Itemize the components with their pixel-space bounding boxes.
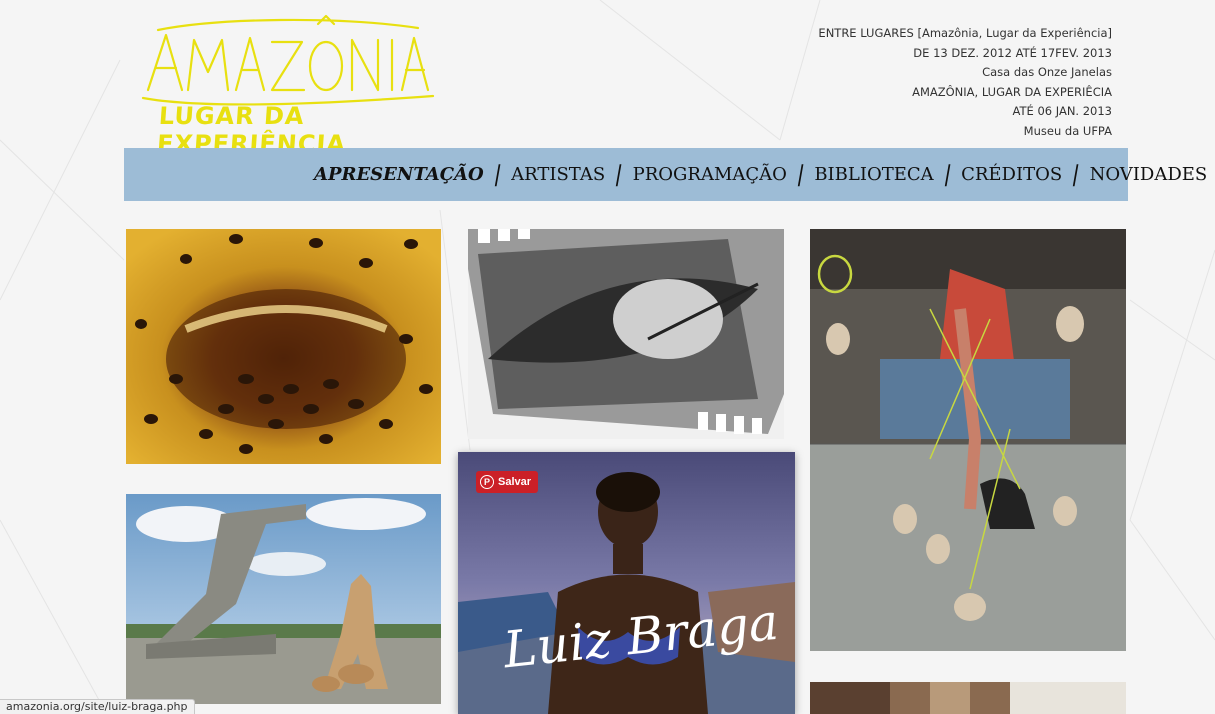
nav-item-apresentacao[interactable]: APRESENTAÇÃO bbox=[314, 164, 484, 185]
info-line: ENTRE LUGARES [Amazônia, Lugar da Experi… bbox=[818, 26, 1112, 40]
nav-item-programacao[interactable]: PROGRAMAÇÃO bbox=[633, 164, 787, 185]
pin-save-label: Salvar bbox=[498, 476, 532, 488]
artwork-tile-eye[interactable] bbox=[468, 229, 784, 439]
info-line: DE 13 DEZ. 2012 ATÉ 17FEV. 2013 bbox=[913, 45, 1112, 60]
info-line: Casa das Onze Janelas bbox=[982, 65, 1112, 79]
info-line: AMAZÔNIA, LUGAR DA EXPERIÊCIA bbox=[912, 84, 1112, 99]
artwork-tile-painting[interactable] bbox=[810, 229, 1126, 651]
nav-separator: | bbox=[794, 162, 807, 187]
artwork-tile-bottom-right[interactable] bbox=[810, 682, 1126, 714]
browser-status-url: amazonia.org/site/luiz-braga.php bbox=[0, 699, 195, 714]
nav-separator: | bbox=[941, 162, 954, 187]
logo-scribble-art bbox=[141, 14, 435, 106]
artwork-tile-monument[interactable] bbox=[126, 494, 441, 704]
artwork-tile-mouth[interactable] bbox=[126, 229, 441, 464]
nav-item-novidades[interactable]: NOVIDADES bbox=[1090, 164, 1208, 185]
exhibition-info: ENTRE LUGARES [Amazônia, Lugar da Experi… bbox=[732, 24, 1112, 141]
nav-item-artistas[interactable]: ARTISTAS bbox=[511, 164, 605, 185]
pinterest-icon: P bbox=[480, 475, 494, 489]
main-nav: APRESENTAÇÃO | ARTISTAS | PROGRAMAÇÃO | … bbox=[124, 148, 1207, 201]
nav-separator: | bbox=[1069, 162, 1082, 187]
nav-item-creditos[interactable]: CRÉDITOS bbox=[961, 164, 1062, 185]
nav-item-biblioteca[interactable]: BIBLIOTECA bbox=[814, 164, 933, 185]
nav-separator: | bbox=[612, 162, 625, 187]
info-line: Museu da UFPA bbox=[1023, 123, 1112, 138]
site-logo[interactable]: LUGAR DA EXPERIÊNCIA bbox=[138, 10, 438, 158]
info-line: ATÉ 06 JAN. 2013 bbox=[1012, 104, 1112, 118]
nav-separator: | bbox=[491, 162, 504, 187]
pinterest-save-button[interactable]: P Salvar bbox=[476, 471, 539, 493]
